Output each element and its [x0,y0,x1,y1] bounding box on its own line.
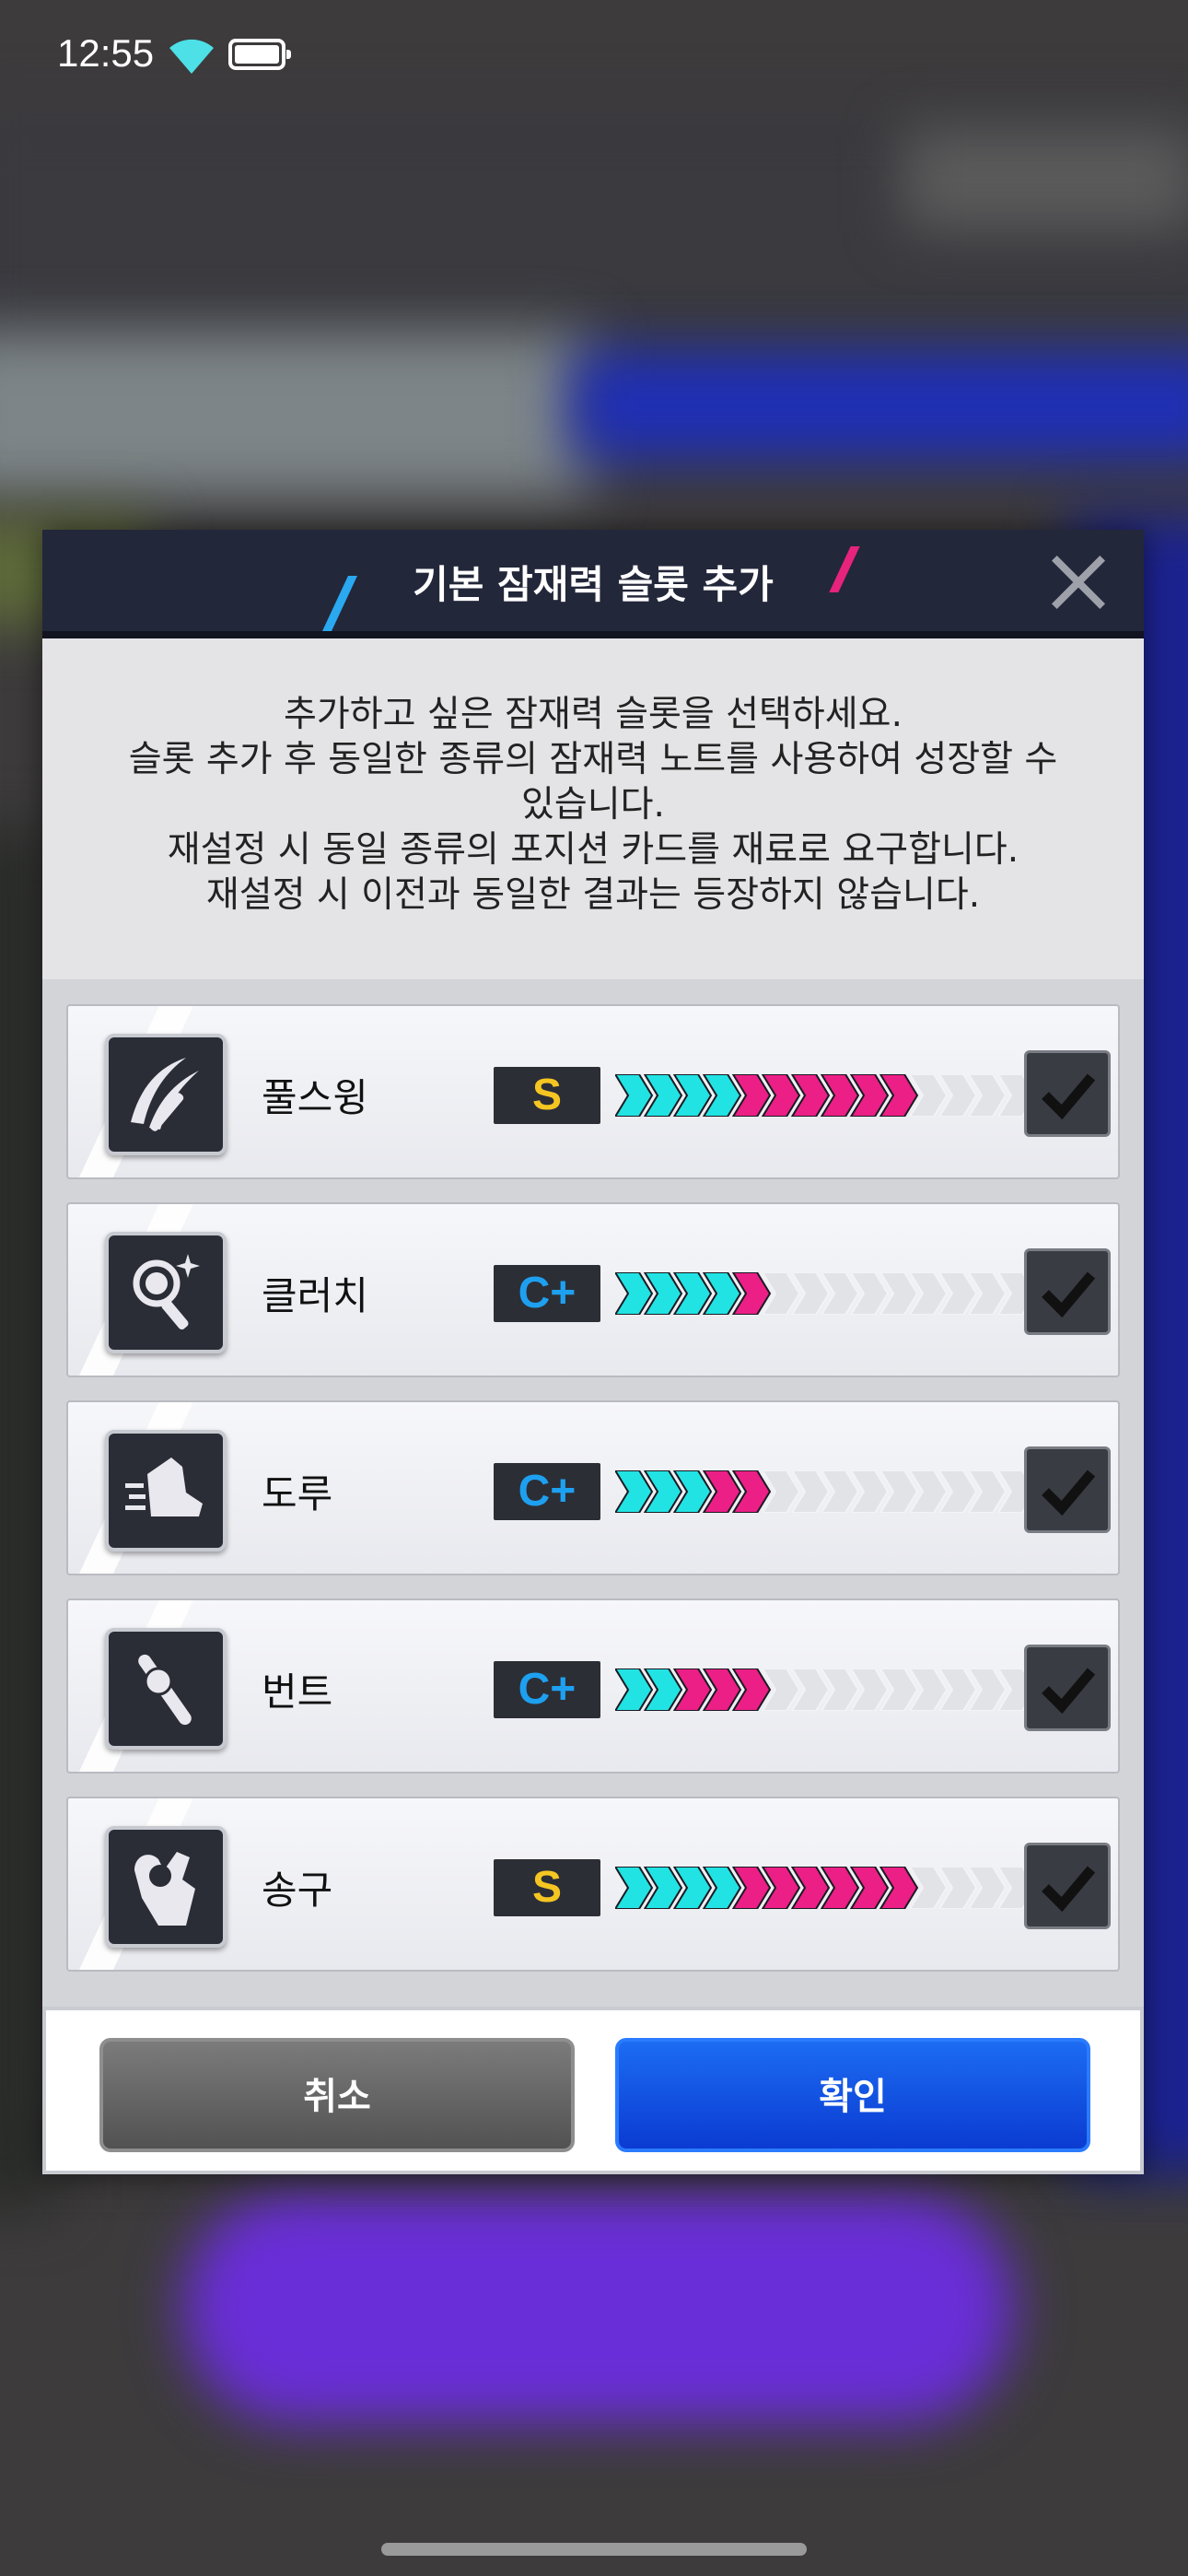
description-line: 재설정 시 이전과 동일한 결과는 등장하지 않습니다. [205,874,981,916]
grade-badge: C+ [494,1463,600,1520]
checkmark-icon [1042,1073,1095,1119]
dialog-header: 기본 잠재력 슬롯 추가 [42,530,1144,638]
select-checkbox[interactable] [1024,1843,1111,1929]
dialog-title: 기본 잠재력 슬롯 추가 [413,562,774,607]
bunt-icon [105,1628,227,1750]
select-checkbox[interactable] [1024,1248,1111,1335]
steal-icon [105,1430,227,1551]
grade-badge: C+ [494,1265,600,1322]
slot-label: 도루 [262,1471,333,1516]
cancel-button[interactable]: 취소 [99,2038,575,2152]
throw-icon [105,1826,227,1948]
description-line: 있습니다. [521,784,665,825]
potential-bar [615,1669,1037,1711]
dialog-footer: 취소 확인 [42,2007,1144,2174]
potential-bar [615,1074,1037,1117]
slot-row-throw[interactable]: 송구 S [66,1797,1120,1972]
confirm-button[interactable]: 확인 [615,2038,1090,2152]
potential-chevron [615,1669,654,1711]
slot-label: 클러치 [262,1273,368,1318]
grade-badge: S [494,1067,600,1124]
potential-chevron [615,1074,654,1117]
slot-row-bunt[interactable]: 번트 C+ [66,1598,1120,1774]
add-slot-dialog: 기본 잠재력 슬롯 추가 추가하고 싶은 잠재력 슬롯을 선택하세요. 슬롯 추… [42,530,1144,2174]
clutch-icon [105,1232,227,1353]
dialog-description: 추가하고 싶은 잠재력 슬롯을 선택하세요. 슬롯 추가 후 동일한 종류의 잠… [42,638,1144,979]
grade-badge: C+ [494,1661,600,1718]
home-indicator[interactable] [381,2543,807,2556]
potential-chevron [615,1867,654,1909]
wifi-icon [169,39,214,74]
potential-chevron [615,1470,654,1513]
checkmark-icon [1042,1866,1095,1912]
slot-label: 번트 [262,1669,333,1715]
description-line: 재설정 시 동일 종류의 포지션 카드를 재료로 요구합니다. [167,829,1019,871]
slot-row-clutch[interactable]: 클러치 C+ [66,1202,1120,1377]
potential-bar [615,1272,1037,1315]
slot-label: 송구 [262,1868,333,1913]
description-line: 슬롯 추가 후 동일한 종류의 잠재력 노트를 사용하여 성장할 수 [128,739,1058,780]
select-checkbox[interactable] [1024,1050,1111,1137]
status-bar: 12:55 [0,0,1188,111]
checkmark-icon [1042,1271,1095,1317]
slot-row-steal[interactable]: 도루 C+ [66,1400,1120,1575]
checkmark-icon [1042,1469,1095,1516]
grade-badge: S [494,1859,600,1916]
potential-bar [615,1867,1037,1909]
select-checkbox[interactable] [1024,1446,1111,1533]
slot-list: 풀스윙 S 클러치 C+ 도루 C+ 번트 C+ 송구 S [42,979,1144,2007]
status-time: 12:55 [57,31,155,75]
close-icon[interactable] [1046,550,1111,615]
potential-chevron [615,1272,654,1315]
potential-bar [615,1470,1037,1513]
slot-row-full-swing[interactable]: 풀스윙 S [66,1004,1120,1179]
checkmark-icon [1042,1668,1095,1714]
swing-icon [105,1034,227,1155]
select-checkbox[interactable] [1024,1645,1111,1731]
slot-label: 풀스윙 [262,1075,368,1120]
description-line: 추가하고 싶은 잠재력 슬롯을 선택하세요. [284,694,903,735]
battery-icon [228,39,291,70]
